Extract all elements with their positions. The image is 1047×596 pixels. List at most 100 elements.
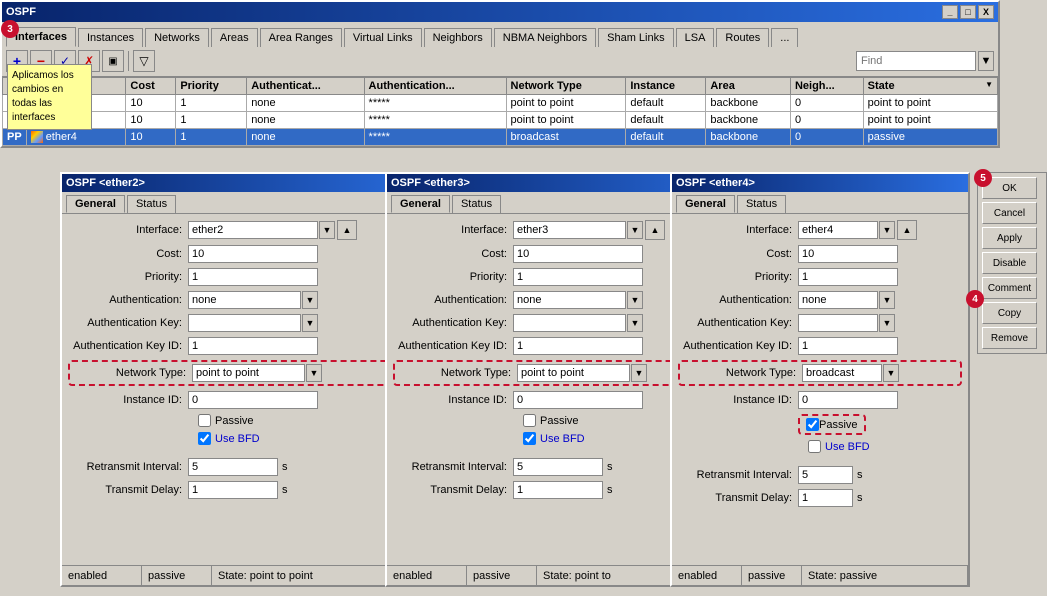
networktype-dropdown-btn[interactable]: ▼ [883,364,899,382]
search-input[interactable] [856,51,976,71]
ether3-auth-input[interactable] [513,291,626,309]
interface-scroll-up-btn[interactable]: ▲ [337,220,357,240]
ether3-networktype-input[interactable] [517,364,630,382]
col-header-auth-key[interactable]: Authentication... [364,78,506,95]
ether4-authkey-input[interactable] [798,314,878,332]
ether2-cost-input[interactable]: 10 [188,245,318,263]
auth-dropdown-btn[interactable]: ▼ [879,291,895,309]
col-header-neigh[interactable]: Neigh... [790,78,863,95]
ether2-usebfd-checkbox[interactable] [198,432,211,445]
tab-networks[interactable]: Networks [145,28,209,47]
ether2-networktype-input[interactable] [192,364,305,382]
tab-ether3-general[interactable]: General [391,195,450,213]
state-dropdown-button[interactable]: ▼ [985,80,993,89]
close-button[interactable]: X [978,5,994,19]
interface-dropdown-btn[interactable]: ▼ [627,221,643,239]
minimize-button[interactable]: _ [942,5,958,19]
ether3-cost-input[interactable] [513,245,643,263]
tab-neighbors[interactable]: Neighbors [424,28,492,47]
tab-ether2-status[interactable]: Status [127,195,176,213]
filter-button[interactable]: ▽ [133,50,155,72]
ether3-transmitdelay-input[interactable] [513,481,603,499]
tab-area-ranges[interactable]: Area Ranges [260,28,342,47]
authkey-dropdown-btn[interactable]: ▼ [627,314,643,332]
networktype-dropdown-btn[interactable]: ▼ [631,364,647,382]
ether3-authkeyid-input[interactable] [513,337,643,355]
ether4-instanceid-input[interactable] [798,391,898,409]
auth-dropdown-btn[interactable]: ▼ [627,291,643,309]
interface-dropdown-btn[interactable]: ▼ [879,221,895,239]
priority-label: Priority: [678,271,798,283]
ether3-priority-input[interactable] [513,268,643,286]
ether4-auth-input[interactable] [798,291,878,309]
col-header-area[interactable]: Area [706,78,791,95]
ether4-transmitdelay-input[interactable] [798,489,853,507]
tab-ether4-status[interactable]: Status [737,195,786,213]
ether4-authkeyid-row: Authentication Key ID: [678,337,962,355]
interface-scroll-up-btn[interactable]: ▲ [645,220,665,240]
tab-lsa[interactable]: LSA [676,28,715,47]
table-row[interactable]: ether3 10 1 none ***** point to point de… [3,112,998,129]
ether2-retransmit-input[interactable] [188,458,278,476]
copy-button[interactable]: Copy [982,302,1037,324]
ether4-cost-input[interactable] [798,245,898,263]
cancel-button[interactable]: Cancel [982,202,1037,224]
tab-more[interactable]: ... [771,28,798,47]
col-header-auth[interactable]: Authenticat... [247,78,364,95]
tab-nbma-neighbors[interactable]: NBMA Neighbors [494,28,596,47]
tab-areas[interactable]: Areas [211,28,258,47]
copy-button[interactable]: ▣ [102,50,124,72]
ether3-usebfd-checkbox[interactable] [523,432,536,445]
tab-routes[interactable]: Routes [716,28,769,47]
ether4-authkeyid-input[interactable] [798,337,898,355]
col-header-instance[interactable]: Instance [626,78,706,95]
remove-button[interactable]: Remove [982,327,1037,349]
ether3-retransmit-input[interactable] [513,458,603,476]
tab-sham-links[interactable]: Sham Links [598,28,673,47]
ether2-passive-checkbox[interactable] [198,414,211,427]
tab-instances[interactable]: Instances [78,28,143,47]
disable-button[interactable]: Disable [982,252,1037,274]
ether3-instanceid-input[interactable] [513,391,643,409]
ether2-transmitdelay-input[interactable] [188,481,278,499]
interface-scroll-up-btn[interactable]: ▲ [897,220,917,240]
ether2-priority-input[interactable]: 1 [188,268,318,286]
ether2-interface-input[interactable]: ether2 [188,221,318,239]
maximize-button[interactable]: □ [960,5,976,19]
ether4-networktype-input[interactable] [802,364,882,382]
ether4-retransmit-input[interactable] [798,466,853,484]
col-header-priority[interactable]: Priority [176,78,247,95]
authkey-select-container: ▼ [188,314,318,332]
tab-interfaces[interactable]: 3 Interfaces [6,27,76,47]
ether2-authkey-input[interactable] [188,314,301,332]
ether4-interface-input[interactable] [798,221,878,239]
ether4-priority-input[interactable] [798,268,898,286]
comment-button[interactable]: Comment [982,277,1037,299]
priority-label: Priority: [68,271,188,283]
table-row[interactable]: ether2 10 1 none ***** point to point de… [3,95,998,112]
networktype-dropdown-btn[interactable]: ▼ [306,364,322,382]
authkey-dropdown-btn[interactable]: ▼ [879,314,895,332]
col-header-cost[interactable]: Cost [126,78,176,95]
ether2-authkeyid-input[interactable] [188,337,318,355]
authkey-select-container: ▼ [798,314,895,332]
ether3-authkey-input[interactable] [513,314,626,332]
ether2-auth-input[interactable] [188,291,301,309]
ether4-passive-checkbox[interactable] [806,418,819,431]
interface-dropdown-btn[interactable]: ▼ [319,221,335,239]
table-row[interactable]: PP ether4 10 1 none ***** broadcast defa… [3,129,998,146]
auth-dropdown-btn[interactable]: ▼ [302,291,318,309]
col-header-network-type[interactable]: Network Type [506,78,626,95]
col-header-state[interactable]: State ▼ [863,78,997,95]
ether3-passive-checkbox[interactable] [523,414,536,427]
tab-virtual-links[interactable]: Virtual Links [344,28,422,47]
ether4-usebfd-checkbox[interactable] [808,440,821,453]
tab-ether4-general[interactable]: General [676,195,735,213]
ether3-interface-input[interactable] [513,221,626,239]
authkey-dropdown-btn[interactable]: ▼ [302,314,318,332]
apply-button[interactable]: Apply [982,227,1037,249]
ether2-instanceid-input[interactable] [188,391,318,409]
tab-ether3-status[interactable]: Status [452,195,501,213]
tab-ether2-general[interactable]: General [66,195,125,213]
search-dropdown-button[interactable]: ▼ [978,51,994,71]
